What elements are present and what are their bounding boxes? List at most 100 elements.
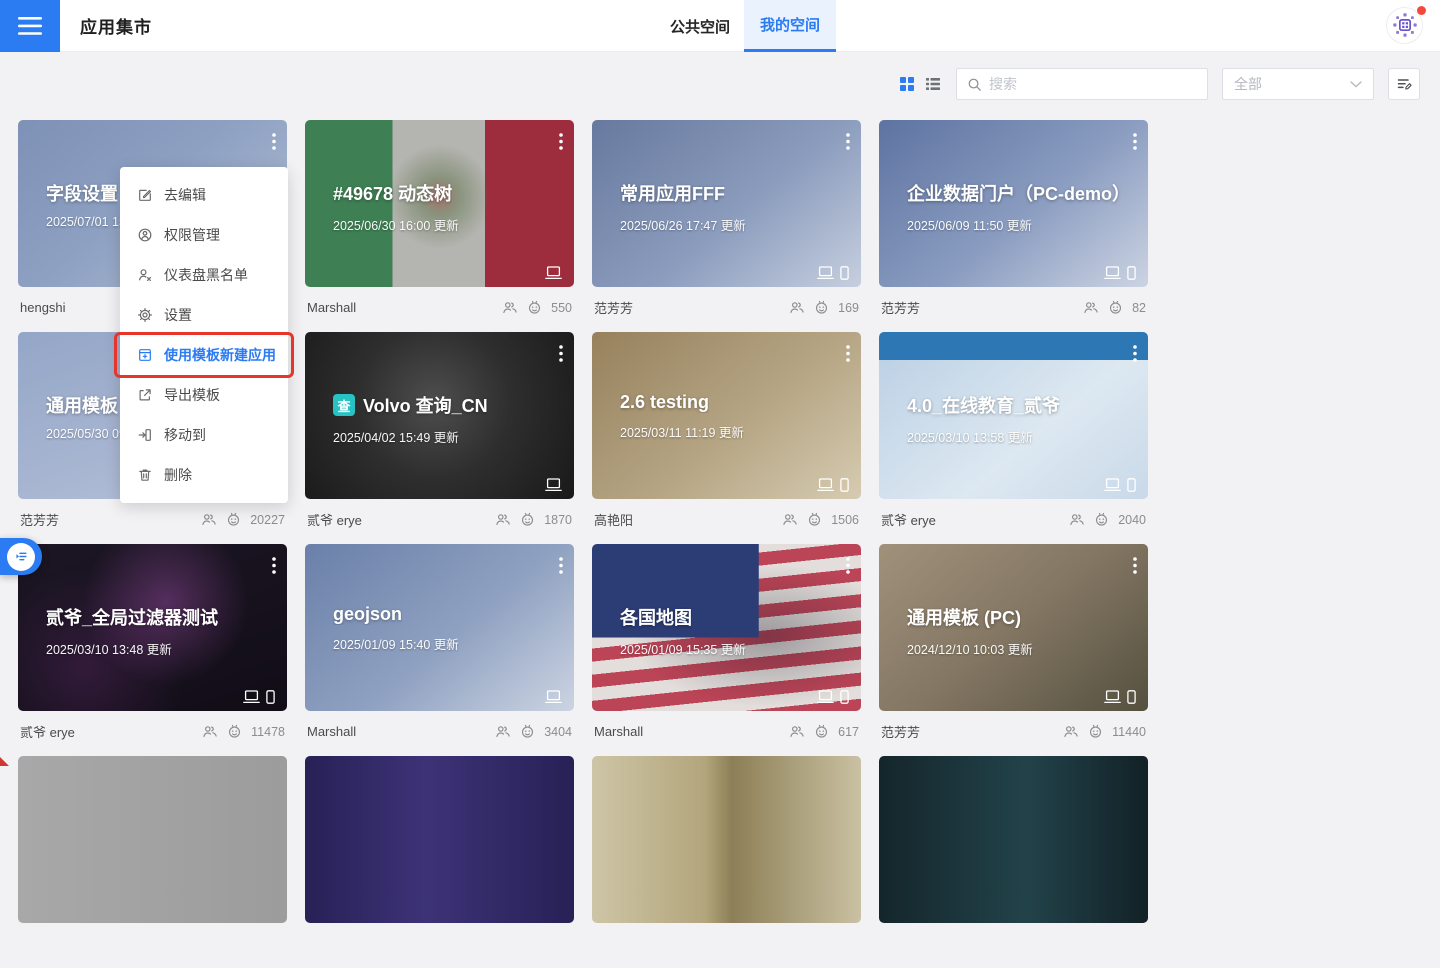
card-updated-date: 2025/03/11 11:19 更新 [620, 422, 847, 441]
card-updated-date: 2025/06/26 17:47 更新 [620, 215, 847, 234]
app-card[interactable]: 各国地图 2025/01/09 15:35 更新 Marshall 617 [592, 544, 861, 756]
app-header: 应用集市 公共空间我的空间 [0, 0, 1440, 52]
toolbar: 全部 [0, 68, 1420, 100]
new-from-template-icon [137, 347, 153, 363]
delete-icon [137, 467, 153, 483]
app-card-partial[interactable] [592, 756, 861, 968]
card-updated-date: 2025/06/09 11:50 更新 [907, 215, 1134, 234]
views-count: 2040 [1118, 513, 1146, 527]
app-card[interactable]: geojson 2025/01/09 15:40 更新 Marshall 340… [305, 544, 574, 756]
visits-icon [227, 724, 242, 739]
app-card-cover[interactable]: geojson 2025/01/09 15:40 更新 [305, 544, 574, 711]
app-card[interactable]: 企业数据门户（PC-demo） 2025/06/09 11:50 更新 范芳芳 … [879, 120, 1148, 332]
card-menu-button[interactable] [268, 129, 280, 157]
card-author: 范芳芳 [20, 510, 59, 529]
card-menu-button[interactable] [842, 129, 854, 157]
menu-item-edit[interactable]: 去编辑 [120, 175, 288, 215]
hamburger-menu-button[interactable] [0, 0, 60, 52]
app-card-cover[interactable] [18, 756, 287, 923]
card-stats: 2040 [1069, 512, 1146, 527]
search-input[interactable] [989, 76, 1197, 92]
views-count: 169 [838, 301, 859, 315]
floating-panel-toggle[interactable] [0, 538, 42, 575]
members-icon [789, 300, 805, 315]
app-card[interactable]: #49678 动态树 2025/06/30 16:00 更新 Marshall … [305, 120, 574, 332]
card-updated-date: 2025/01/09 15:35 更新 [620, 639, 847, 658]
menu-item-move-to[interactable]: 移动到 [120, 415, 288, 455]
app-card-partial[interactable] [879, 756, 1148, 968]
sort-edit-button[interactable] [1388, 68, 1420, 100]
app-card-cover[interactable]: 常用应用FFF 2025/06/26 17:47 更新 [592, 120, 861, 287]
tab-my-space[interactable]: 我的空间 [744, 0, 836, 52]
menu-item-export-template[interactable]: 导出模板 [120, 375, 288, 415]
menu-item-blacklist[interactable]: 仪表盘黑名单 [120, 255, 288, 295]
app-card-cover[interactable]: 各国地图 2025/01/09 15:35 更新 [592, 544, 861, 711]
views-count: 617 [838, 725, 859, 739]
app-card-partial[interactable] [305, 756, 574, 968]
card-menu-button[interactable] [1129, 129, 1141, 157]
grid-view-button[interactable] [898, 75, 916, 93]
filter-select[interactable]: 全部 [1222, 68, 1374, 100]
menu-item-permission[interactable]: 权限管理 [120, 215, 288, 255]
card-stats: 617 [789, 724, 859, 739]
card-footer: 范芳芳 11440 [879, 711, 1148, 752]
card-title: 2.6 testing [620, 392, 709, 413]
menu-item-label: 导出模板 [164, 385, 220, 405]
app-card-partial[interactable] [18, 756, 287, 968]
app-card-cover[interactable]: 通用模板 (PC) 2024/12/10 10:03 更新 [879, 544, 1148, 711]
app-card[interactable]: 查 Volvo 查询_CN 2025/04/02 15:49 更新 贰爷 ery… [305, 332, 574, 544]
card-title: 各国地图 [620, 604, 692, 630]
notification-dot [1417, 6, 1426, 15]
app-card[interactable]: 2.6 testing 2025/03/11 11:19 更新 高艳阳 1506 [592, 332, 861, 544]
grid-view-icon [899, 76, 915, 92]
user-avatar[interactable] [1386, 7, 1424, 45]
app-card-cover[interactable]: 查 Volvo 查询_CN 2025/04/02 15:49 更新 [305, 332, 574, 499]
app-card-cover[interactable] [592, 756, 861, 923]
device-icons [817, 478, 849, 492]
app-card-cover[interactable]: 企业数据门户（PC-demo） 2025/06/09 11:50 更新 [879, 120, 1148, 287]
card-stats: 1506 [782, 512, 859, 527]
pc-icon [817, 690, 834, 704]
views-count: 82 [1132, 301, 1146, 315]
device-icons [817, 266, 849, 280]
view-toggles [898, 75, 942, 93]
menu-item-delete[interactable]: 删除 [120, 455, 288, 495]
card-title: 通用模板 (PC) [907, 604, 1021, 630]
tab-public-space[interactable]: 公共空间 [656, 0, 744, 52]
card-menu-button[interactable] [555, 553, 567, 581]
views-count: 550 [551, 301, 572, 315]
export-icon [137, 387, 153, 403]
card-menu-button[interactable] [842, 341, 854, 369]
card-menu-button[interactable] [842, 553, 854, 581]
menu-item-settings[interactable]: 设置 [120, 295, 288, 335]
card-updated-date: 2025/06/30 16:00 更新 [333, 215, 560, 234]
card-menu-button[interactable] [1129, 341, 1141, 369]
chevron-down-icon [1350, 81, 1362, 88]
visits-icon [807, 512, 822, 527]
card-menu-button[interactable] [268, 553, 280, 581]
app-card[interactable]: 4.0_在线教育_贰爷 2025/03/10 13:58 更新 贰爷 erye … [879, 332, 1148, 544]
app-card-cover[interactable] [305, 756, 574, 923]
card-stats: 3404 [495, 724, 572, 739]
views-count: 1506 [831, 513, 859, 527]
menu-item-new-from-template[interactable]: 使用模板新建应用 [120, 335, 288, 375]
list-view-button[interactable] [924, 75, 942, 93]
menu-item-label: 去编辑 [164, 185, 206, 205]
card-menu-button[interactable] [1129, 553, 1141, 581]
card-title: #49678 动态树 [333, 180, 452, 206]
app-card-cover[interactable]: #49678 动态树 2025/06/30 16:00 更新 [305, 120, 574, 287]
pc-icon [545, 478, 562, 492]
app-card[interactable]: 通用模板 (PC) 2024/12/10 10:03 更新 范芳芳 11440 [879, 544, 1148, 756]
card-menu-button[interactable] [555, 129, 567, 157]
query-badge: 查 [333, 394, 355, 416]
card-title: geojson [333, 604, 402, 625]
app-card-cover[interactable] [879, 756, 1148, 923]
app-card-cover[interactable]: 贰爷_全局过滤器测试 2025/03/10 13:48 更新 [18, 544, 287, 711]
app-card[interactable]: 贰爷_全局过滤器测试 2025/03/10 13:48 更新 贰爷 erye 1… [18, 544, 287, 756]
visits-icon [1088, 724, 1103, 739]
app-card-cover[interactable]: 2.6 testing 2025/03/11 11:19 更新 [592, 332, 861, 499]
card-menu-button[interactable] [555, 341, 567, 369]
search-box [956, 68, 1208, 100]
app-card[interactable]: 常用应用FFF 2025/06/26 17:47 更新 范芳芳 169 [592, 120, 861, 332]
app-card-cover[interactable]: 4.0_在线教育_贰爷 2025/03/10 13:58 更新 [879, 332, 1148, 499]
